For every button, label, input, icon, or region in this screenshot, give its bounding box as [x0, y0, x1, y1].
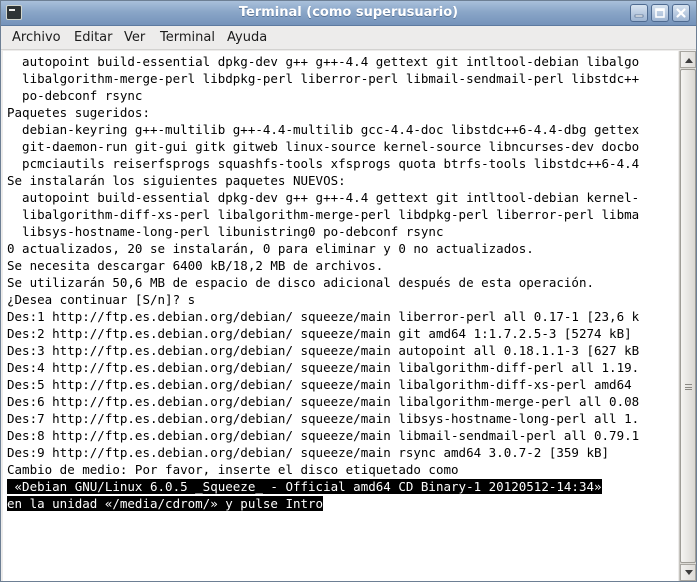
- terminal-line: pcmciautils reiserfsprogs squashfs-tools…: [7, 156, 640, 171]
- scroll-down-button[interactable]: [680, 564, 696, 581]
- terminal-lines: autopoint build-essential dpkg-dev g++ g…: [7, 53, 678, 512]
- minimize-icon: [634, 14, 644, 18]
- menu-ver[interactable]: Ver: [122, 30, 147, 45]
- vertical-scrollbar[interactable]: [679, 51, 696, 581]
- terminal-line: po-debconf rsync: [7, 88, 143, 103]
- menu-archivo[interactable]: Archivo: [10, 30, 63, 45]
- terminal-line: Des:6 http://ftp.es.debian.org/debian/ s…: [7, 394, 640, 409]
- terminal-line: Se necesita descargar 6400 kB/18,2 MB de…: [7, 258, 384, 273]
- scrollbar-thumb[interactable]: [680, 69, 696, 563]
- grip-icon: [685, 384, 692, 390]
- terminal-line: Se instalarán los siguientes paquetes NU…: [7, 173, 346, 188]
- highlighted-text: en la unidad «/media/cdrom/» y pulse Int…: [7, 496, 324, 511]
- menu-bar: Archivo Editar Ver Terminal Ayuda: [1, 27, 696, 50]
- terminal-line: libsys-hostname-long-perl libunistring0 …: [7, 224, 444, 239]
- terminal-line: Des:7 http://ftp.es.debian.org/debian/ s…: [7, 411, 640, 426]
- terminal-window: Terminal (como superusuario) Archivo Edi…: [0, 0, 697, 582]
- terminal-output[interactable]: autopoint build-essential dpkg-dev g++ g…: [3, 51, 678, 581]
- minimize-button[interactable]: [630, 4, 648, 22]
- close-button[interactable]: [672, 4, 690, 22]
- terminal-line: libalgorithm-merge-perl libdpkg-perl lib…: [7, 71, 640, 86]
- terminal-line: Des:1 http://ftp.es.debian.org/debian/ s…: [7, 309, 640, 324]
- terminal-line-highlighted: en la unidad «/media/cdrom/» y pulse Int…: [7, 495, 678, 512]
- arrow-up-icon: [685, 58, 693, 63]
- menu-ayuda[interactable]: Ayuda: [225, 30, 269, 45]
- terminal-line: ¿Desea continuar [S/n]? s: [7, 292, 196, 307]
- terminal-line-highlighted: «Debian GNU/Linux 6.0.5 _Squeeze_ - Offi…: [7, 478, 678, 495]
- terminal-line: Des:2 http://ftp.es.debian.org/debian/ s…: [7, 326, 632, 341]
- highlighted-text: «Debian GNU/Linux 6.0.5 _Squeeze_ - Offi…: [7, 479, 602, 494]
- terminal-line: Des:5 http://ftp.es.debian.org/debian/ s…: [7, 377, 640, 392]
- menu-terminal[interactable]: Terminal: [158, 30, 217, 45]
- arrow-down-icon: [685, 570, 693, 575]
- terminal-line: Cambio de medio: Por favor, inserte el d…: [7, 462, 459, 477]
- terminal-line: autopoint build-essential dpkg-dev g++ g…: [7, 54, 640, 69]
- terminal-line: Des:8 http://ftp.es.debian.org/debian/ s…: [7, 428, 640, 443]
- window-title: Terminal (como superusuario): [238, 5, 459, 20]
- terminal-line: debian-keyring g++-multilib g++-4.4-mult…: [7, 122, 640, 137]
- terminal-line: Se utilizarán 50,6 MB de espacio de disc…: [7, 275, 594, 290]
- maximize-icon: [655, 8, 665, 18]
- terminal-line: Des:9 http://ftp.es.debian.org/debian/ s…: [7, 445, 610, 460]
- maximize-button[interactable]: [651, 4, 669, 22]
- title-bar[interactable]: Terminal (como superusuario): [1, 1, 696, 26]
- menu-editar[interactable]: Editar: [72, 30, 115, 45]
- terminal-line: Des:4 http://ftp.es.debian.org/debian/ s…: [7, 360, 640, 375]
- terminal-line: 0 actualizados, 20 se instalarán, 0 para…: [7, 241, 534, 256]
- terminal-line: Paquetes sugeridos:: [7, 105, 150, 120]
- terminal-line: libalgorithm-diff-xs-perl libalgorithm-m…: [7, 207, 640, 222]
- scroll-up-button[interactable]: [680, 51, 696, 68]
- terminal-line: Des:3 http://ftp.es.debian.org/debian/ s…: [7, 343, 640, 358]
- close-icon: [676, 8, 686, 18]
- terminal-line: git-daemon-run git-gui gitk gitweb linux…: [7, 139, 640, 154]
- terminal-line: autopoint build-essential dpkg-dev g++ g…: [7, 190, 640, 205]
